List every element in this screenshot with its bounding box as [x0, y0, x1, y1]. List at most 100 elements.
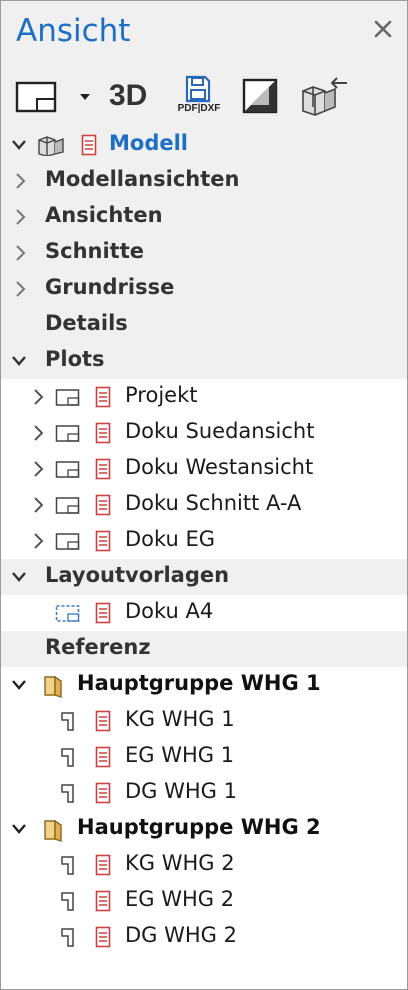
layout-icon	[55, 425, 80, 442]
document-icon	[95, 530, 111, 552]
tree-row-ansichten[interactable]: Ansichten	[1, 199, 407, 235]
floor-plan-icon	[61, 784, 74, 803]
group-item[interactable]: KG WHG 1	[1, 703, 407, 739]
layout-template-item[interactable]: Doku A4	[1, 595, 407, 631]
tree-label-ansichten: Ansichten	[45, 203, 163, 227]
document-icon	[95, 494, 111, 516]
view-3d-button[interactable]: 3D	[109, 73, 159, 119]
plot-item[interactable]: Projekt	[1, 379, 407, 415]
dropdown-arrow-icon[interactable]	[77, 73, 93, 119]
tree-row-group-whg1[interactable]: Hauptgruppe WHG 1	[1, 667, 407, 703]
chevron-right-icon[interactable]	[31, 388, 47, 406]
layout-view-icon[interactable]	[15, 73, 59, 119]
group-item-label: KG WHG 1	[125, 707, 235, 731]
group-item[interactable]: EG WHG 1	[1, 739, 407, 775]
save-disk-icon	[185, 75, 211, 103]
document-icon	[81, 134, 97, 156]
chevron-right-icon[interactable]	[31, 496, 47, 514]
layout-icon	[55, 461, 80, 478]
tree-label-grundrisse: Grundrisse	[45, 275, 175, 299]
tree-row-modell[interactable]: Modell	[1, 127, 407, 163]
chevron-right-icon[interactable]	[13, 280, 29, 298]
plot-label: Doku Suedansicht	[125, 419, 315, 443]
document-icon	[95, 746, 111, 768]
floor-plan-icon	[61, 748, 74, 767]
chevron-down-icon[interactable]	[11, 820, 27, 838]
tree-label-referenz: Referenz	[45, 635, 151, 659]
chevron-down-icon[interactable]	[11, 136, 27, 154]
group-item[interactable]: DG WHG 2	[1, 919, 407, 955]
layout-icon	[55, 389, 80, 406]
group-item[interactable]: DG WHG 1	[1, 775, 407, 811]
document-icon	[95, 782, 111, 804]
tree-row-grundrisse[interactable]: Grundrisse	[1, 271, 407, 307]
chevron-down-icon[interactable]	[11, 568, 27, 586]
document-icon	[95, 422, 111, 444]
close-icon[interactable]	[371, 17, 395, 41]
plot-label: Doku Schnitt A-A	[125, 491, 302, 515]
floor-plan-icon	[61, 892, 74, 911]
tree-row-modellansichten[interactable]: Modellansichten	[1, 163, 407, 199]
chevron-down-icon[interactable]	[11, 352, 27, 370]
layout-template-icon	[55, 605, 80, 622]
document-icon	[95, 890, 111, 912]
tree-label-modellansichten: Modellansichten	[45, 167, 240, 191]
tree-row-plots[interactable]: Plots	[1, 343, 407, 379]
tree-row-schnitte[interactable]: Schnitte	[1, 235, 407, 271]
pdf-dxf-button[interactable]: PDF|DXF	[173, 73, 225, 119]
document-icon	[95, 602, 111, 624]
folder-icon	[44, 675, 62, 698]
plot-label: Projekt	[125, 383, 198, 407]
plot-item[interactable]: Doku Suedansicht	[1, 415, 407, 451]
group-item[interactable]: KG WHG 2	[1, 847, 407, 883]
group-item-label: DG WHG 2	[125, 923, 237, 947]
ansicht-panel: Ansicht 3D PDF|DXF Modell Modellansichte…	[0, 0, 408, 990]
plot-label: Doku EG	[125, 527, 216, 551]
tree-label-plots: Plots	[45, 347, 105, 371]
panel-title: Ansicht	[16, 13, 131, 49]
chevron-right-icon[interactable]	[13, 244, 29, 262]
tree-row-group-whg2[interactable]: Hauptgruppe WHG 2	[1, 811, 407, 847]
model-icon	[38, 136, 64, 156]
tree-label-modell: Modell	[109, 131, 188, 155]
plot-item[interactable]: Doku EG	[1, 523, 407, 559]
tree-row-layoutvorlagen[interactable]: Layoutvorlagen	[1, 559, 407, 595]
pdf-dxf-label: PDF|DXF	[177, 103, 221, 114]
group-item-label: EG WHG 2	[125, 887, 235, 911]
model-export-icon[interactable]	[299, 73, 349, 119]
chevron-right-icon[interactable]	[13, 172, 29, 190]
chevron-right-icon[interactable]	[13, 208, 29, 226]
title-bar: Ansicht	[1, 1, 407, 67]
group-label: Hauptgruppe WHG 1	[77, 671, 321, 695]
group-item-label: EG WHG 1	[125, 743, 235, 767]
plot-item[interactable]: Doku Westansicht	[1, 451, 407, 487]
document-icon	[95, 926, 111, 948]
document-icon	[95, 458, 111, 480]
chevron-right-icon[interactable]	[31, 424, 47, 442]
floor-plan-icon	[61, 712, 74, 731]
layout-icon	[55, 533, 80, 550]
group-label: Hauptgruppe WHG 2	[77, 815, 321, 839]
layout-template-label: Doku A4	[125, 599, 214, 623]
folder-icon	[44, 819, 62, 842]
tree-row-details[interactable]: Details	[1, 307, 407, 343]
document-icon	[95, 386, 111, 408]
document-icon	[95, 854, 111, 876]
chevron-right-icon[interactable]	[31, 460, 47, 478]
group-item-label: KG WHG 2	[125, 851, 235, 875]
plot-label: Doku Westansicht	[125, 455, 314, 479]
contrast-icon[interactable]	[241, 73, 279, 119]
floor-plan-icon	[61, 856, 74, 875]
layout-icon	[55, 497, 80, 514]
group-item-label: DG WHG 1	[125, 779, 237, 803]
document-icon	[95, 710, 111, 732]
chevron-right-icon[interactable]	[31, 532, 47, 550]
floor-plan-icon	[61, 928, 74, 947]
tree-row-referenz[interactable]: Referenz	[1, 631, 407, 667]
toolbar: 3D PDF|DXF	[1, 67, 407, 127]
plot-item[interactable]: Doku Schnitt A-A	[1, 487, 407, 523]
tree-label-schnitte: Schnitte	[45, 239, 144, 263]
chevron-down-icon[interactable]	[11, 676, 27, 694]
tree-label-layoutvorlagen: Layoutvorlagen	[45, 563, 230, 587]
group-item[interactable]: EG WHG 2	[1, 883, 407, 919]
